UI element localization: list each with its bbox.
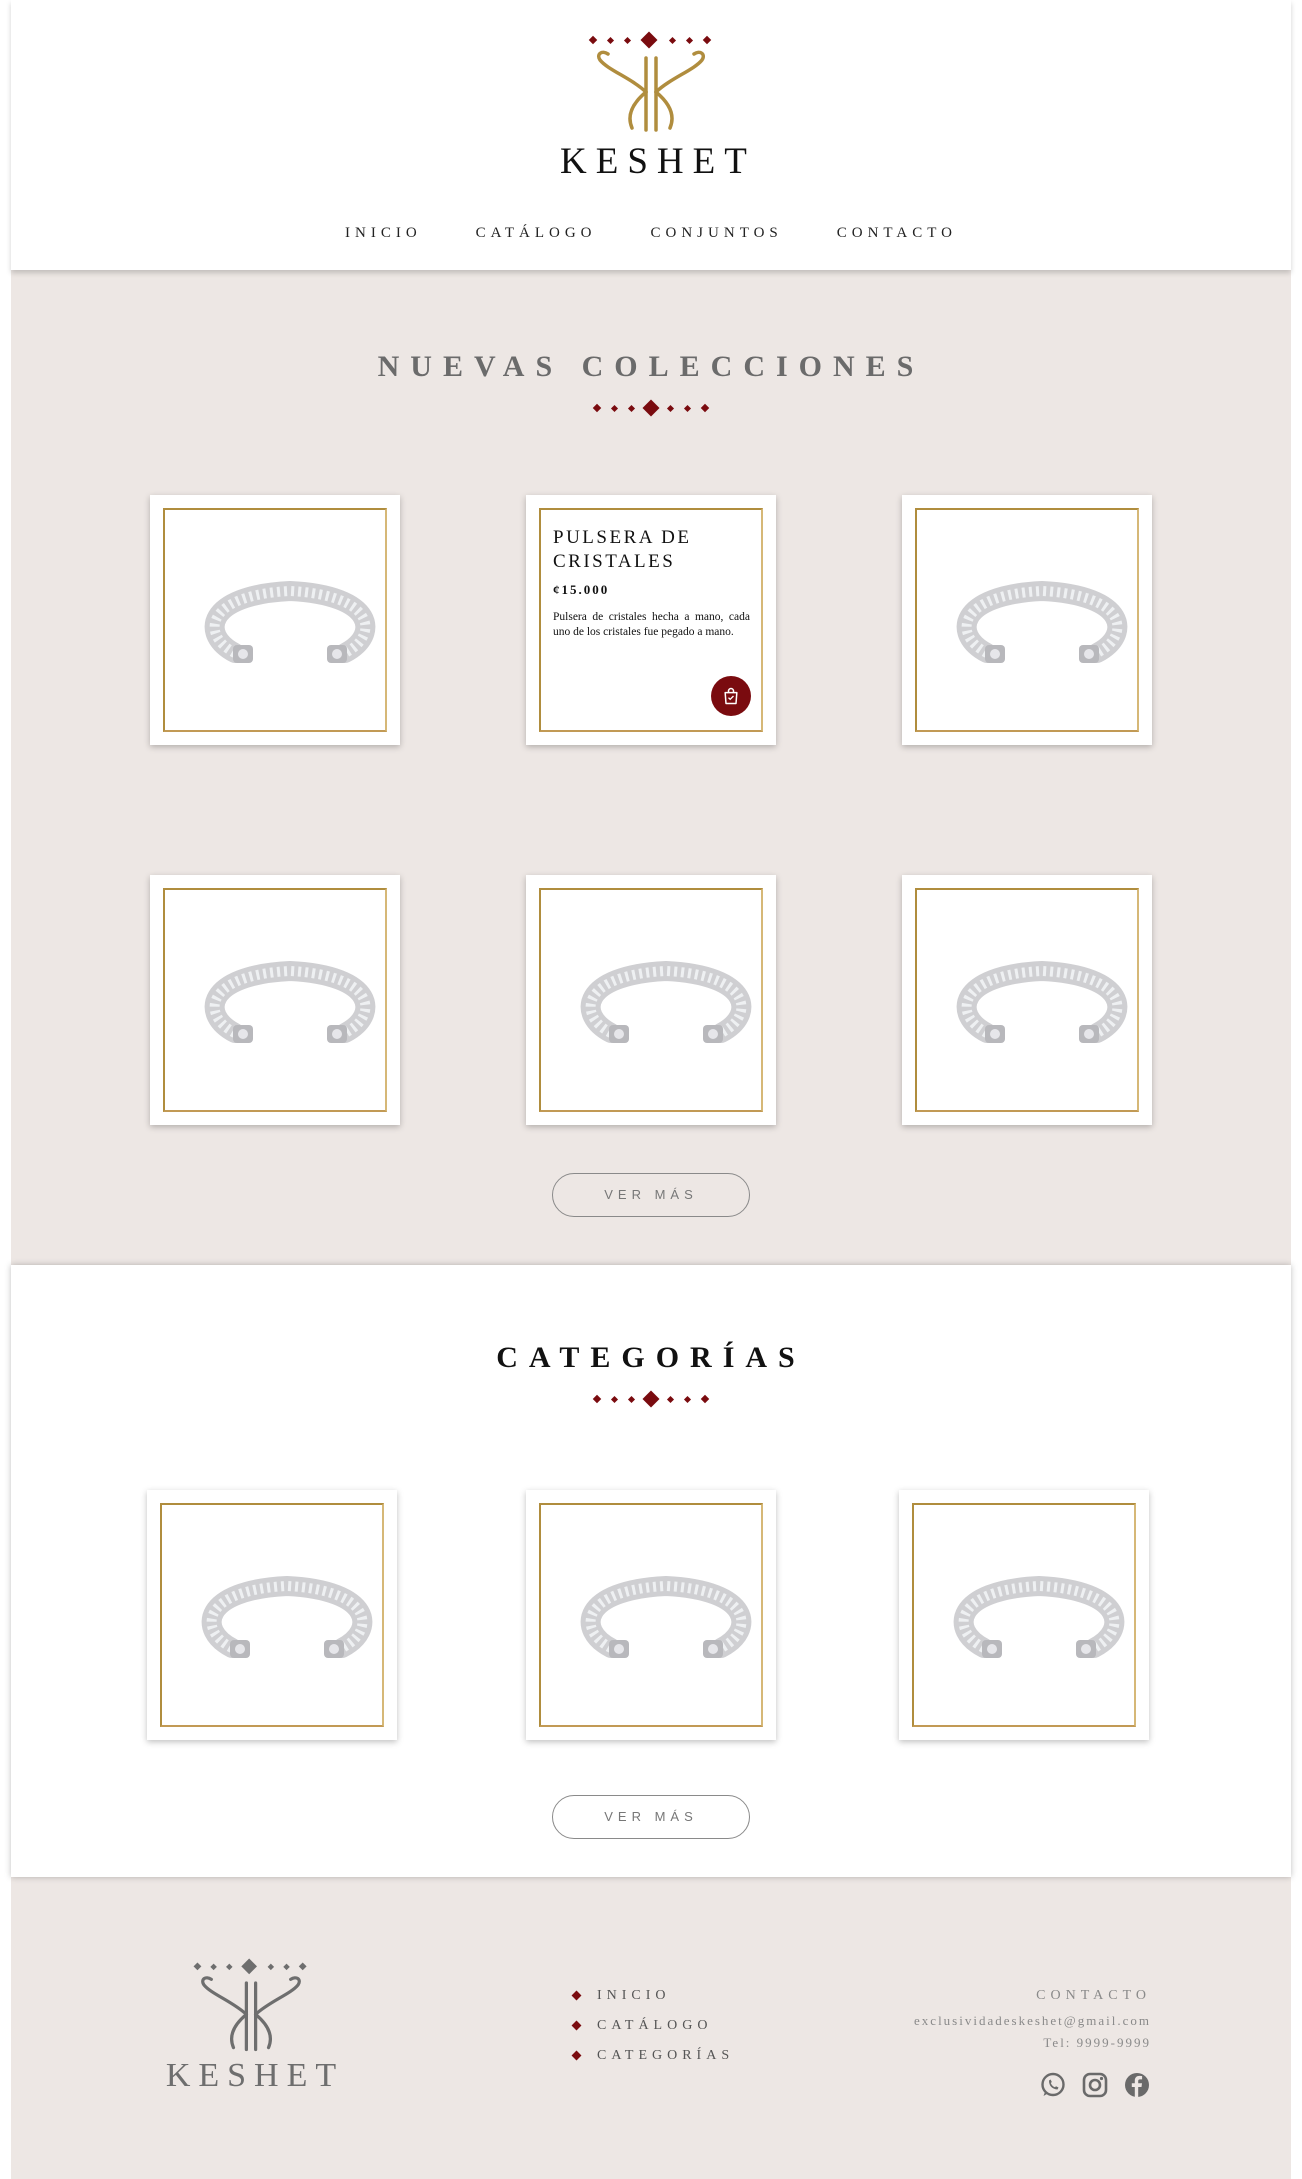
logo-emblem-icon xyxy=(588,31,712,132)
footer-link-categorias[interactable]: CATEGORÍAS xyxy=(571,2048,734,2078)
contact-heading: CONTACTO xyxy=(1036,1988,1151,2003)
site-footer: KESHET INICIO CATÁLOGO CATEGORÍAS CONTAC… xyxy=(11,1877,1291,2179)
footer-link-catalogo[interactable]: CATÁLOGO xyxy=(571,2018,734,2048)
footer-link-label: CATÁLOGO xyxy=(597,2018,713,2033)
bracelet-image xyxy=(580,960,752,1043)
product-card[interactable] xyxy=(902,875,1152,1125)
categories-section: CATEGORÍAS VER MÁS xyxy=(11,1265,1291,1877)
category-card[interactable] xyxy=(147,1490,397,1740)
section-title: CATEGORÍAS xyxy=(496,1341,806,1374)
product-price: ¢15.000 xyxy=(553,582,610,597)
contact-phone[interactable]: Tel: 9999-9999 xyxy=(914,2032,1151,2054)
card-frame xyxy=(163,508,387,732)
diamond-divider-icon xyxy=(592,1390,710,1408)
social-links xyxy=(1039,2071,1151,2099)
nav-conjuntos[interactable]: CONJUNTOS xyxy=(651,225,783,242)
bracelet-image xyxy=(201,1575,373,1658)
footer-link-label: INICIO xyxy=(597,1988,671,2003)
diamond-divider-icon xyxy=(592,399,710,417)
footer-brand-name: KESHET xyxy=(165,2057,345,2094)
bracelet-image xyxy=(204,580,376,663)
bracelet-image xyxy=(204,960,376,1043)
card-frame xyxy=(915,888,1139,1112)
product-description: Pulsera de cristales hecha a mano, cada … xyxy=(553,611,750,638)
facebook-icon[interactable] xyxy=(1123,2071,1151,2099)
logo-emblem-icon xyxy=(193,1958,307,2052)
product-card[interactable] xyxy=(150,495,400,745)
product-name-line: PULSERA DE xyxy=(553,527,692,548)
footer-link-label: CATEGORÍAS xyxy=(597,2048,735,2063)
add-to-cart-button[interactable] xyxy=(711,676,751,716)
contact-email[interactable]: exclusividadeskeshet@gmail.com xyxy=(914,2010,1151,2032)
bracelet-image xyxy=(580,1575,752,1658)
diamond-bullet-icon xyxy=(571,2020,582,2031)
diamond-bullet-icon xyxy=(571,1990,582,2001)
site-header: KESHET INICIO CATÁLOGO CONJUNTOS CONTACT… xyxy=(11,0,1291,270)
footer-links: INICIO CATÁLOGO CATEGORÍAS xyxy=(571,1988,734,2078)
bracelet-image xyxy=(956,960,1128,1043)
product-name-line: CRISTALES xyxy=(553,551,676,572)
main-nav: INICIO CATÁLOGO CONJUNTOS CONTACTO xyxy=(11,224,1291,242)
section-title: NUEVAS COLECCIONES xyxy=(377,350,925,383)
card-frame xyxy=(915,508,1139,732)
page: KESHET INICIO CATÁLOGO CONJUNTOS CONTACT… xyxy=(11,0,1291,2179)
bracelet-image xyxy=(956,580,1128,663)
nav-contacto[interactable]: CONTACTO xyxy=(837,225,957,242)
card-frame: PULSERA DE CRISTALES ¢15.000 Pulsera de … xyxy=(539,508,763,732)
category-card[interactable] xyxy=(899,1490,1149,1740)
footer-link-inicio[interactable]: INICIO xyxy=(571,1988,734,2018)
product-card[interactable] xyxy=(526,875,776,1125)
diamond-bullet-icon xyxy=(571,2050,582,2061)
card-frame xyxy=(163,888,387,1112)
bracelet-image xyxy=(953,1575,1125,1658)
nav-inicio[interactable]: INICIO xyxy=(345,225,422,242)
category-card[interactable] xyxy=(526,1490,776,1740)
see-more-button[interactable]: VER MÁS xyxy=(552,1795,750,1839)
nav-catalogo[interactable]: CATÁLOGO xyxy=(476,225,597,242)
instagram-icon[interactable] xyxy=(1081,2071,1109,2099)
see-more-button[interactable]: VER MÁS xyxy=(552,1173,750,1217)
product-card[interactable] xyxy=(902,495,1152,745)
shopping-bag-icon xyxy=(724,687,738,705)
product-card-detail[interactable]: PULSERA DE CRISTALES ¢15.000 Pulsera de … xyxy=(526,495,776,745)
brand-logo[interactable]: KESHET xyxy=(551,30,756,182)
new-collections-section: NUEVAS COLECCIONES PULSERA DE CRISTALES … xyxy=(11,270,1291,1265)
footer-contact: CONTACTO exclusividadeskeshet@gmail.com … xyxy=(914,1988,1151,2054)
card-frame xyxy=(539,1503,763,1727)
footer-logo[interactable]: KESHET xyxy=(146,1957,356,2095)
product-name: PULSERA DE CRISTALES xyxy=(553,526,750,574)
product-card[interactable] xyxy=(150,875,400,1125)
card-frame xyxy=(912,1503,1136,1727)
card-frame xyxy=(160,1503,384,1727)
brand-name: KESHET xyxy=(560,141,756,182)
whatsapp-icon[interactable] xyxy=(1039,2071,1067,2099)
card-frame xyxy=(539,888,763,1112)
